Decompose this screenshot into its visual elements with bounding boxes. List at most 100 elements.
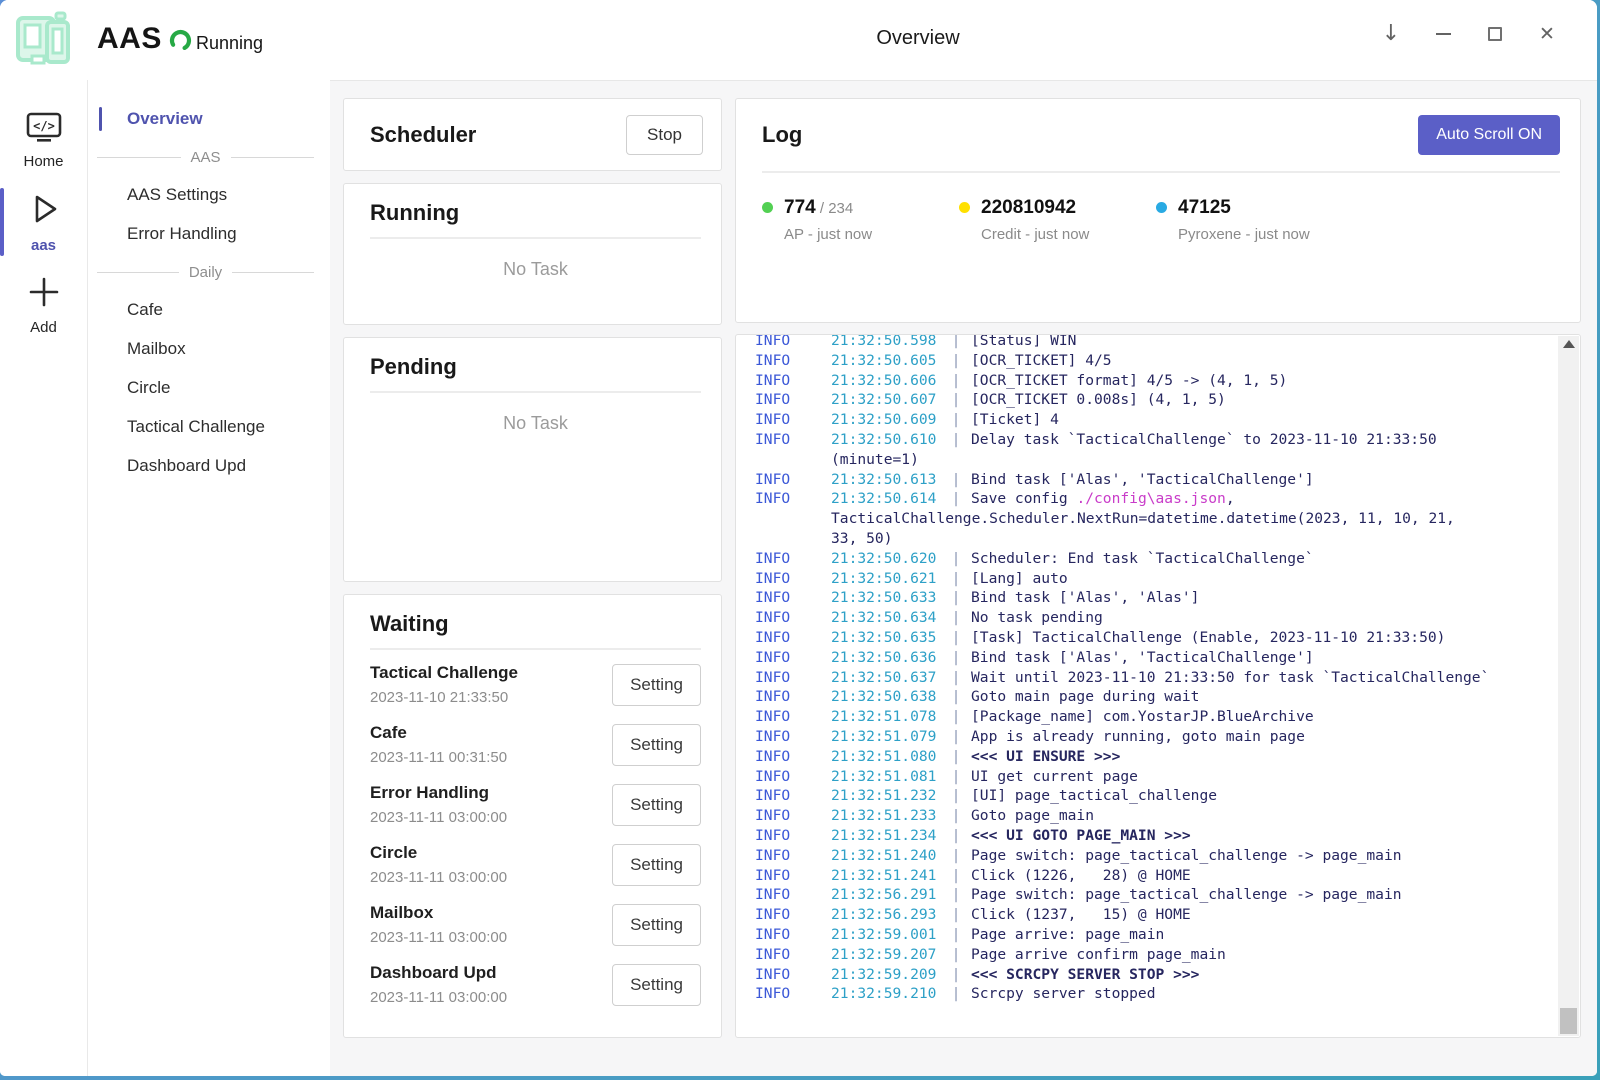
task-info: Dashboard Upd2023-11-11 03:00:00 xyxy=(370,963,507,1006)
close-icon[interactable]: ✕ xyxy=(1521,14,1573,54)
setting-button-dashboard-upd[interactable]: Setting xyxy=(612,964,701,1006)
log-separator: | xyxy=(941,786,971,806)
nav-item-overview[interactable]: Overview xyxy=(89,100,330,138)
setting-button-mailbox[interactable]: Setting xyxy=(612,904,701,946)
log-line: INFO21:32:50.633|Bind task ['Alas', 'Ala… xyxy=(755,588,1554,608)
waiting-card: Waiting Tactical Challenge2023-11-10 21:… xyxy=(343,594,722,1038)
log-line: INFO21:32:50.614|Save config ./config\aa… xyxy=(755,489,1554,509)
nav-item-mailbox[interactable]: Mailbox xyxy=(89,330,330,368)
waiting-task-row-cafe: Cafe2023-11-11 00:31:50 Setting xyxy=(370,714,701,774)
app-window: AAS Running Overview ↓ ✕ </>HomeaasAdd O… xyxy=(0,0,1597,1076)
log-message: Delay task `TacticalChallenge` to 2023-1… xyxy=(971,430,1554,450)
setting-button-circle[interactable]: Setting xyxy=(612,844,701,886)
page-title: Overview xyxy=(876,27,959,50)
log-message: [Task] TacticalChallenge (Enable, 2023-1… xyxy=(971,628,1554,648)
log-separator: | xyxy=(941,965,971,985)
nav-item-dashboard-upd[interactable]: Dashboard Upd xyxy=(89,447,330,485)
log-message: TacticalChallenge.Scheduler.NextRun=date… xyxy=(831,509,1554,529)
log-level: INFO xyxy=(755,786,831,806)
log-timestamp: 21:32:59.001 xyxy=(831,925,941,945)
log-timestamp: 21:32:50.636 xyxy=(831,648,941,668)
minimize-icon[interactable] xyxy=(1417,14,1469,54)
task-name: Mailbox xyxy=(370,903,507,923)
pending-empty-text: No Task xyxy=(370,413,701,434)
log-level: INFO xyxy=(755,628,831,648)
pending-title: Pending xyxy=(370,354,701,380)
log-line: INFO21:32:51.232|[UI] page_tactical_chal… xyxy=(755,786,1554,806)
scrollbar-thumb[interactable] xyxy=(1560,1008,1577,1034)
log-separator: | xyxy=(941,826,971,846)
log-line: INFO21:32:56.293|Click (1237, 15) @ HOME xyxy=(755,905,1554,925)
rail-item-home[interactable]: </>Home xyxy=(0,102,87,180)
maximize-icon[interactable] xyxy=(1469,14,1521,54)
log-level: INFO xyxy=(755,806,831,826)
log-level: INFO xyxy=(755,747,831,767)
log-timestamp: 21:32:51.241 xyxy=(831,866,941,886)
log-separator: | xyxy=(941,549,971,569)
scheduler-card: Scheduler Stop xyxy=(343,98,722,171)
rail-item-label: aas xyxy=(31,237,56,254)
task-next-run-time: 2023-11-11 03:00:00 xyxy=(370,929,507,946)
task-next-run-time: 2023-11-10 21:33:50 xyxy=(370,689,518,706)
log-separator: | xyxy=(941,628,971,648)
task-info: Cafe2023-11-11 00:31:50 xyxy=(370,723,507,766)
log-message: Goto page_main xyxy=(971,806,1554,826)
stop-button[interactable]: Stop xyxy=(626,115,703,155)
log-message: Bind task ['Alas', 'TacticalChallenge'] xyxy=(971,648,1554,668)
log-message: [OCR_TICKET] 4/5 xyxy=(971,351,1554,371)
log-level: INFO xyxy=(755,885,831,905)
log-message: <<< UI GOTO PAGE_MAIN >>> xyxy=(971,826,1554,846)
log-line: INFO21:32:56.291|Page switch: page_tacti… xyxy=(755,885,1554,905)
active-indicator xyxy=(0,188,4,256)
update-download-icon[interactable]: ↓ xyxy=(1365,14,1417,54)
nav-item-aas-settings[interactable]: AAS Settings xyxy=(89,176,330,214)
stat-dot-icon xyxy=(1156,202,1167,213)
log-timestamp: 21:32:51.233 xyxy=(831,806,941,826)
log-scrollbar[interactable] xyxy=(1558,336,1579,1036)
log-line: INFO21:32:50.635|[Task] TacticalChalleng… xyxy=(755,628,1554,648)
log-line: INFO21:32:51.241|Click (1226, 28) @ HOME xyxy=(755,866,1554,886)
rail-item-label: Add xyxy=(30,319,57,336)
divider-line xyxy=(97,157,181,158)
log-separator: | xyxy=(941,984,971,1004)
log-level: INFO xyxy=(755,371,831,391)
rail-item-aas[interactable]: aas xyxy=(0,180,87,264)
log-message: Bind task ['Alas', 'TacticalChallenge'] xyxy=(971,470,1554,490)
nav-item-error-handling[interactable]: Error Handling xyxy=(89,215,330,253)
stat-dot-icon xyxy=(762,202,773,213)
log-level: INFO xyxy=(755,846,831,866)
log-level: INFO xyxy=(755,470,831,490)
wrap-indent xyxy=(755,529,831,549)
waiting-task-list: Tactical Challenge2023-11-10 21:33:50Set… xyxy=(370,654,701,1014)
log-separator: | xyxy=(941,806,971,826)
auto-scroll-toggle[interactable]: Auto Scroll ON xyxy=(1418,115,1560,155)
setting-button-cafe[interactable]: Setting xyxy=(612,724,701,766)
log-level: INFO xyxy=(755,767,831,787)
task-name: Error Handling xyxy=(370,783,507,803)
log-line: INFO21:32:50.621|[Lang] auto xyxy=(755,569,1554,589)
setting-button-tactical-challenge[interactable]: Setting xyxy=(612,664,701,706)
nav-item-circle[interactable]: Circle xyxy=(89,369,330,407)
scroll-up-arrow-icon[interactable] xyxy=(1563,340,1575,348)
nav-item-tactical-challenge[interactable]: Tactical Challenge xyxy=(89,408,330,446)
rail-item-add[interactable]: Add xyxy=(0,264,87,346)
log-level: INFO xyxy=(755,727,831,747)
status-label: Running xyxy=(196,33,263,54)
play-icon xyxy=(24,189,64,234)
log-separator: | xyxy=(941,430,971,450)
waiting-task-row-tactical-challenge: Tactical Challenge2023-11-10 21:33:50Set… xyxy=(370,654,701,714)
log-line: INFO21:32:51.234|<<< UI GOTO PAGE_MAIN >… xyxy=(755,826,1554,846)
log-timestamp: 21:32:50.635 xyxy=(831,628,941,648)
nav-item-cafe[interactable]: Cafe xyxy=(89,291,330,329)
log-message: No task pending xyxy=(971,608,1554,628)
plus-icon xyxy=(25,273,63,316)
stat-ap: 774 / 234AP - just now xyxy=(762,197,959,243)
log-timestamp: 21:32:50.638 xyxy=(831,687,941,707)
log-line: INFO21:32:59.207|Page arrive confirm pag… xyxy=(755,945,1554,965)
log-timestamp: 21:32:59.209 xyxy=(831,965,941,985)
stat-pyroxene: 47125Pyroxene - just now xyxy=(1156,197,1353,243)
log-separator: | xyxy=(941,588,971,608)
setting-button-error-handling[interactable]: Setting xyxy=(612,784,701,826)
log-separator: | xyxy=(941,707,971,727)
log-line: INFO21:32:59.210|Scrcpy server stopped xyxy=(755,984,1554,1004)
